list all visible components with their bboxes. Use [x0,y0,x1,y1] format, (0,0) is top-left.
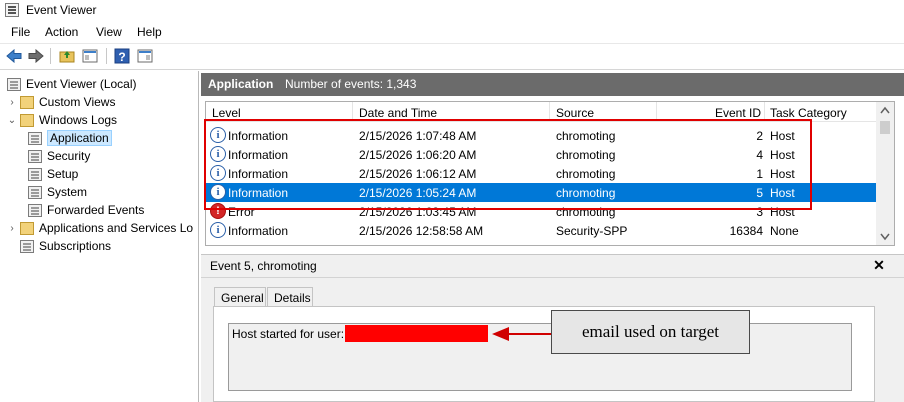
tab-label: Details [274,291,311,305]
tree-node-label: Setup [47,167,79,181]
tree-node-windows-logs[interactable]: ⌄ Windows Logs [7,111,117,129]
tree-node-forwarded-events[interactable]: Forwarded Events [25,201,144,219]
menu-view[interactable]: View [96,25,122,39]
chevron-right-icon[interactable]: › [7,97,17,108]
tree-node-system[interactable]: System [25,183,87,201]
tab-general[interactable]: General [214,287,266,307]
annotation-arrow-head [492,327,509,341]
tree-node-label: Subscriptions [39,239,112,253]
cell-level: Information [228,224,289,238]
highlight-annotation-box [204,119,812,210]
event-viewer-log-icon [7,77,21,91]
annotation-callout: email used on target [551,310,750,354]
tree-node-root[interactable]: Event Viewer (Local) [4,75,137,93]
console-tree: Event Viewer (Local) › Custom Views ⌄ Wi… [0,71,199,402]
chevron-right-icon[interactable]: › [7,223,17,234]
tab-details[interactable]: Details [267,287,313,307]
help-icon[interactable]: ? [113,47,131,65]
column-header-datetime[interactable]: Date and Time [359,106,437,120]
information-icon: i [210,222,226,238]
column-header-source[interactable]: Source [556,106,594,120]
cell-datetime: 2/15/2026 12:58:58 AM [359,224,484,238]
annotation-text: email used on target [581,322,720,341]
close-icon[interactable]: ✕ [872,257,886,273]
window-title: Event Viewer [26,3,97,17]
table-row[interactable]: i Information 2/15/2026 12:58:58 AM Secu… [206,221,876,240]
log-icon [28,131,42,145]
tree-node-subscriptions[interactable]: Subscriptions [17,237,111,255]
subscriptions-icon [20,239,34,253]
folder-icon [20,221,34,235]
up-folder-icon[interactable] [58,47,76,65]
tree-node-label: Security [47,149,91,163]
log-icon [28,185,42,199]
log-icon [28,167,42,181]
tree-node-application[interactable]: Application [25,129,112,147]
tree-node-label: Forwarded Events [47,203,145,217]
folder-icon [20,95,34,109]
forward-arrow-icon[interactable] [27,47,45,65]
tree-node-custom-views[interactable]: › Custom Views [7,93,115,111]
toolbar-separator [106,48,107,64]
back-arrow-icon[interactable] [5,47,23,65]
menu-bar [0,21,904,43]
column-header-event-id[interactable]: Event ID [715,106,761,120]
properties-icon[interactable] [136,47,154,65]
cell-event-id: 16384 [729,224,763,238]
svg-text:?: ? [118,50,125,64]
log-icon [28,203,42,217]
tree-node-label: Event Viewer (Local) [26,77,137,91]
show-hide-tree-icon[interactable] [81,47,99,65]
toolbar-separator [50,48,51,64]
annotation-arrow-shaft [508,333,552,335]
tree-node-label: System [47,185,88,199]
tree-node-label: Custom Views [39,95,116,109]
tree-node-apps-services[interactable]: › Applications and Services Lo [7,219,193,237]
title-bar [0,0,904,21]
event-message-text: Host started for user: [232,327,345,341]
menu-file[interactable]: File [11,25,30,39]
event-list-scrollbar[interactable] [876,102,894,245]
tree-node-label: Applications and Services Lo [39,221,194,235]
menu-action[interactable]: Action [45,25,78,39]
folder-icon [20,113,34,127]
cell-task: None [770,224,799,238]
cell-source: Security-SPP [556,224,628,238]
redaction-bar [345,325,488,342]
column-header-task-category[interactable]: Task Category [770,106,847,120]
menu-help[interactable]: Help [137,25,162,39]
log-title: Application [208,77,274,91]
event-count: Number of events: 1,343 [285,77,417,91]
event-viewer-app-icon [5,3,19,17]
chevron-down-icon[interactable]: ⌄ [7,115,17,126]
tree-node-security[interactable]: Security [25,147,90,165]
event-detail-title: Event 5, chromoting [210,259,317,273]
log-icon [28,149,42,163]
tree-node-label: Application [47,130,112,146]
tree-node-setup[interactable]: Setup [25,165,78,183]
tree-node-label: Windows Logs [39,113,118,127]
column-header-level[interactable]: Level [212,106,241,120]
tab-label: General [221,291,264,305]
